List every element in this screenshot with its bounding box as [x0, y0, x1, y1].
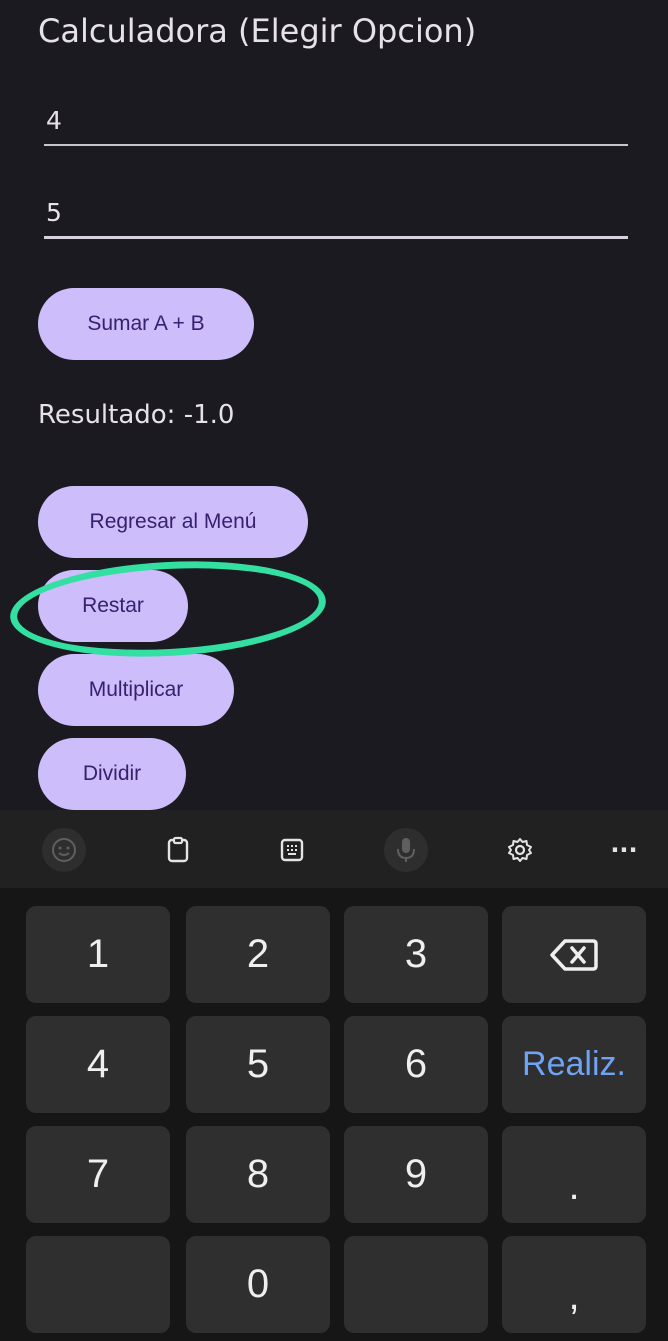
subtract-button[interactable]: Restar — [38, 570, 188, 642]
sum-button[interactable]: Sumar A + B — [38, 288, 254, 360]
emoji-icon[interactable] — [42, 828, 86, 872]
page-title: Calculadora (Elegir Opcion) — [38, 12, 477, 50]
backspace-key[interactable] — [502, 906, 646, 1003]
input-a-field[interactable] — [44, 106, 630, 146]
back-to-menu-button[interactable]: Regresar al Menú — [38, 486, 308, 558]
input-b[interactable] — [44, 198, 630, 227]
input-b-field[interactable] — [44, 198, 630, 239]
keypad-icon[interactable] — [270, 828, 314, 872]
key-6[interactable]: 6 — [344, 1016, 488, 1113]
key-9[interactable]: 9 — [344, 1126, 488, 1223]
empty-key-right — [344, 1236, 488, 1333]
settings-icon[interactable] — [498, 828, 542, 872]
input-a[interactable] — [44, 106, 630, 135]
key-7[interactable]: 7 — [26, 1126, 170, 1223]
more-icon[interactable]: ··· — [602, 828, 646, 872]
key-3[interactable]: 3 — [344, 906, 488, 1003]
multiply-button[interactable]: Multiplicar — [38, 654, 234, 726]
clipboard-icon[interactable] — [156, 828, 200, 872]
calculator-screen: Calculadora (Elegir Opcion) Sumar A + B … — [0, 0, 668, 810]
period-key[interactable]: . — [502, 1126, 646, 1223]
numeric-keyboard: ··· 1 2 3 4 5 6 Realiz. 7 8 9 . 0 , — [0, 810, 668, 1341]
key-2[interactable]: 2 — [186, 906, 330, 1003]
key-4[interactable]: 4 — [26, 1016, 170, 1113]
key-8[interactable]: 8 — [186, 1126, 330, 1223]
result-label: Resultado: -1.0 — [38, 400, 235, 430]
empty-key-left — [26, 1236, 170, 1333]
comma-key[interactable]: , — [502, 1236, 646, 1333]
key-5[interactable]: 5 — [186, 1016, 330, 1113]
microphone-icon[interactable] — [384, 828, 428, 872]
key-0[interactable]: 0 — [186, 1236, 330, 1333]
done-key[interactable]: Realiz. — [502, 1016, 646, 1113]
backspace-icon — [550, 938, 598, 971]
key-1[interactable]: 1 — [26, 906, 170, 1003]
keyboard-toolbar: ··· — [0, 810, 668, 888]
divide-button[interactable]: Dividir — [38, 738, 186, 810]
